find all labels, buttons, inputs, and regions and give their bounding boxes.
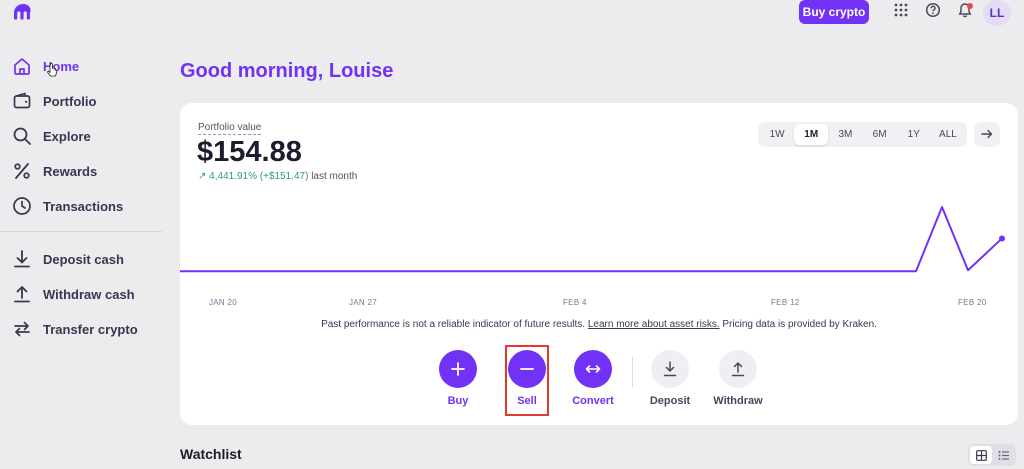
range-3m-button[interactable]: 3M	[828, 124, 862, 145]
x-tick-label: JAN 20	[209, 298, 238, 307]
buy-crypto-button[interactable]: Buy crypto	[799, 0, 869, 24]
sidebar-item-label: Transactions	[43, 198, 124, 214]
transfer-icon	[12, 319, 32, 339]
grid-view-icon[interactable]	[970, 446, 992, 464]
buy-label: Buy	[447, 395, 469, 407]
trend-up-icon: ↗	[198, 171, 207, 182]
portfolio-value: $154.88	[197, 136, 302, 168]
sidebar-item-label: Rewards	[43, 163, 98, 179]
convert-label: Convert	[572, 395, 614, 407]
sidebar-item-label: Withdraw cash	[43, 286, 135, 302]
sidebar-item-portfolio[interactable]: Portfolio	[12, 86, 162, 116]
wallet-icon	[12, 91, 32, 111]
deposit-action[interactable]: Deposit	[640, 350, 700, 407]
sidebar-item-home[interactable]: Home	[12, 51, 162, 81]
range-6m-button[interactable]: 6M	[863, 124, 897, 145]
range-1y-button[interactable]: 1Y	[897, 124, 931, 145]
download-icon	[12, 249, 32, 269]
deposit-label: Deposit	[649, 395, 691, 407]
sidebar-item-rewards[interactable]: Rewards	[12, 156, 162, 186]
sidebar-item-explore[interactable]: Explore	[12, 121, 162, 151]
upload-icon	[12, 284, 32, 304]
convert-action[interactable]: Convert	[563, 350, 623, 407]
range-1w-button[interactable]: 1W	[760, 124, 794, 145]
sidebar-item-label: Explore	[43, 128, 91, 144]
portfolio-change-period: last month	[311, 171, 358, 182]
disclaimer: Past performance is not a reliable indic…	[180, 319, 1018, 330]
page-title: Good morning, Louise	[180, 60, 394, 82]
plus-icon[interactable]	[439, 350, 477, 388]
sidebar-item-withdraw-cash[interactable]: Withdraw cash	[12, 279, 162, 309]
sidebar-item-transfer-crypto[interactable]: Transfer crypto	[12, 314, 162, 344]
sidebar-item-deposit-cash[interactable]: Deposit cash	[12, 244, 162, 274]
chart-end-point	[999, 235, 1005, 242]
portfolio-chart	[180, 206, 1005, 273]
withdraw-label: Withdraw	[713, 395, 763, 407]
upload-icon[interactable]	[719, 350, 757, 388]
view-toggle	[968, 444, 1016, 466]
apps-grid-icon[interactable]	[891, 0, 911, 20]
percent-icon	[12, 161, 32, 181]
download-icon[interactable]	[651, 350, 689, 388]
notification-badge	[967, 3, 973, 9]
expand-chart-button[interactable]	[974, 122, 1000, 147]
range-all-button[interactable]: ALL	[931, 124, 965, 145]
asset-risks-link[interactable]: Learn more about asset risks.	[588, 319, 720, 330]
sidebar-item-label: Deposit cash	[43, 251, 124, 267]
clock-icon	[12, 196, 32, 216]
mouse-cursor-icon	[46, 63, 58, 82]
help-icon[interactable]	[923, 0, 943, 20]
disclaimer-text: Past performance is not a reliable indic…	[321, 319, 586, 330]
sidebar-item-transactions[interactable]: Transactions	[12, 191, 162, 221]
x-tick-label: FEB 20	[958, 298, 987, 307]
disclaimer-source: Pricing data is provided by Kraken.	[722, 319, 877, 330]
x-tick-label: JAN 27	[349, 298, 378, 307]
actions-divider	[632, 357, 633, 387]
x-tick-label: FEB 4	[563, 298, 587, 307]
portfolio-change-amount: 4,441.91% (+$151.47)	[209, 171, 309, 182]
arrow-right-icon	[981, 126, 993, 144]
sidebar-divider	[0, 231, 162, 232]
withdraw-action[interactable]: Withdraw	[708, 350, 768, 407]
search-icon	[12, 126, 32, 146]
home-icon	[12, 56, 32, 76]
sell-highlight-box	[505, 345, 549, 416]
sidebar-item-label: Transfer crypto	[43, 321, 138, 337]
portfolio-value-label[interactable]: Portfolio value	[198, 122, 262, 135]
time-range-selector: 1W 1M 3M 6M 1Y ALL	[758, 122, 967, 147]
avatar[interactable]: LL	[983, 0, 1011, 26]
buy-action[interactable]: Buy	[428, 350, 488, 407]
swap-icon[interactable]	[574, 350, 612, 388]
list-view-icon[interactable]	[992, 446, 1014, 464]
sidebar-item-label: Portfolio	[43, 93, 97, 109]
portfolio-change: ↗ 4,441.91% (+$151.47) last month	[198, 171, 357, 182]
x-tick-label: FEB 12	[771, 298, 800, 307]
range-1m-button[interactable]: 1M	[794, 124, 829, 145]
chart-series-line	[180, 206, 1003, 273]
kraken-logo[interactable]	[12, 3, 36, 23]
watchlist-title: Watchlist	[180, 446, 242, 462]
